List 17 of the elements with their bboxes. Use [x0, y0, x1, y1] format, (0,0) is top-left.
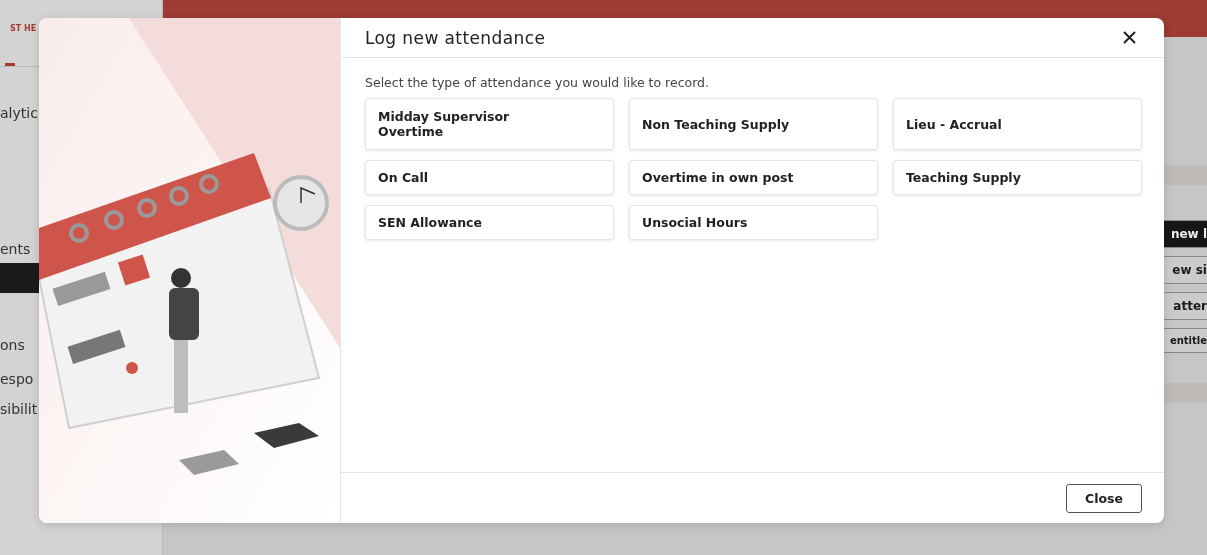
attendance-option[interactable]: Unsocial Hours — [629, 205, 878, 240]
attendance-option[interactable]: Teaching Supply — [893, 160, 1142, 195]
action-button[interactable]: new l — [1162, 220, 1207, 248]
close-button[interactable]: Close — [1066, 483, 1142, 513]
attendance-option[interactable]: Overtime in own post — [629, 160, 878, 195]
logo-text: ST HE — [10, 24, 38, 33]
instruction-text: Select the type of attendance you would like to record. — [365, 75, 710, 90]
action-button[interactable]: ew si — [1162, 256, 1207, 284]
attendance-option[interactable]: Non Teaching Supply — [629, 98, 878, 150]
dialog-title: Log new attendance — [365, 27, 546, 48]
attendance-option[interactable]: Midday Supervisor Overtime — [365, 98, 614, 150]
action-button[interactable]: atter — [1162, 292, 1207, 320]
attendance-option[interactable]: On Call — [365, 160, 614, 195]
action-button[interactable]: entitle — [1162, 328, 1207, 353]
attendance-option[interactable]: SEN Allowance — [365, 205, 614, 240]
attendance-option[interactable]: Lieu - Accrual — [893, 98, 1142, 150]
close-icon[interactable] — [1123, 31, 1136, 44]
